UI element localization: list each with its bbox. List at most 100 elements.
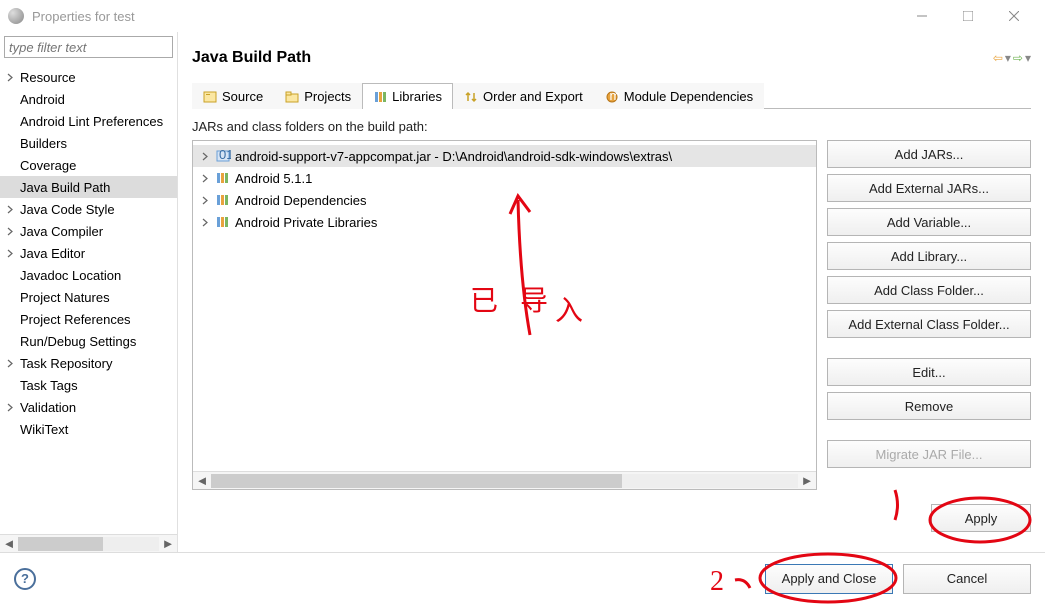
sidebar-item-javadoc-location[interactable]: Javadoc Location — [0, 264, 177, 286]
tab-libraries[interactable]: Libraries — [362, 83, 453, 109]
sidebar-item-java-code-style[interactable]: Java Code Style — [0, 198, 177, 220]
sidebar-item-coverage[interactable]: Coverage — [0, 154, 177, 176]
library-row[interactable]: Android Private Libraries — [193, 211, 816, 233]
sidebar-item-run-debug-settings[interactable]: Run/Debug Settings — [0, 330, 177, 352]
scroll-left-icon[interactable]: ◄ — [193, 473, 211, 488]
nav-forward-icon[interactable]: ⇨ — [1013, 51, 1023, 65]
sidebar-item-label: WikiText — [20, 422, 68, 437]
sidebar-item-label: Run/Debug Settings — [20, 334, 136, 349]
apply-and-close-button[interactable]: Apply and Close — [765, 564, 893, 594]
apply-button[interactable]: Apply — [931, 504, 1031, 532]
chevron-right-icon[interactable] — [6, 73, 20, 82]
chevron-right-icon[interactable] — [201, 218, 215, 227]
libraries-icon — [373, 90, 387, 104]
sidebar-item-java-build-path[interactable]: Java Build Path — [0, 176, 177, 198]
scroll-left-icon[interactable]: ◄ — [0, 536, 18, 551]
sidebar-item-label: Java Compiler — [20, 224, 103, 239]
library-row[interactable]: Android 5.1.1 — [193, 167, 816, 189]
tab-label: Source — [222, 89, 263, 104]
chevron-right-icon[interactable] — [201, 174, 215, 183]
help-icon[interactable]: ? — [14, 568, 36, 590]
sidebar: Resource Android Android Lint Preferences B… — [0, 32, 178, 552]
category-tree: Resource Android Android Lint Preferences B… — [0, 62, 177, 534]
sidebar-item-label: Java Build Path — [20, 180, 110, 195]
libraries-scrollbar[interactable]: ◄ ► — [193, 471, 816, 489]
scroll-right-icon[interactable]: ► — [159, 536, 177, 551]
sidebar-item-label: Android Lint Preferences — [20, 114, 163, 129]
chevron-right-icon[interactable] — [6, 205, 20, 214]
module-icon: m — [605, 90, 619, 104]
library-row[interactable]: 010android-support-v7-appcompat.jar - D:… — [193, 145, 816, 167]
sidebar-item-label: Validation — [20, 400, 76, 415]
sidebar-item-label: Android — [20, 92, 65, 107]
sidebar-scrollbar[interactable]: ◄ ► — [0, 534, 177, 552]
tab-label: Libraries — [392, 89, 442, 104]
sidebar-item-label: Javadoc Location — [20, 268, 121, 283]
eclipse-icon — [8, 8, 24, 24]
sidebar-item-label: Builders — [20, 136, 67, 151]
window-title: Properties for test — [32, 9, 899, 24]
svg-text:m: m — [609, 90, 619, 103]
chevron-right-icon[interactable] — [6, 227, 20, 236]
svg-text:010: 010 — [219, 149, 231, 162]
button-column: Add JARs... Add External JARs... Add Var… — [827, 140, 1031, 490]
add-variable-button[interactable]: Add Variable... — [827, 208, 1031, 236]
tab-order-and-export[interactable]: Order and Export — [453, 83, 594, 109]
sidebar-item-project-natures[interactable]: Project Natures — [0, 286, 177, 308]
migrate-jar-button: Migrate JAR File... — [827, 440, 1031, 468]
sidebar-item-android[interactable]: Android — [0, 88, 177, 110]
add-external-class-folder-button[interactable]: Add External Class Folder... — [827, 310, 1031, 338]
chevron-right-icon[interactable] — [201, 152, 215, 161]
tab-source[interactable]: Source — [192, 83, 274, 109]
library-label: Android Dependencies — [235, 193, 367, 208]
scroll-right-icon[interactable]: ► — [798, 473, 816, 488]
sidebar-item-label: Coverage — [20, 158, 76, 173]
add-external-jars-button[interactable]: Add External JARs... — [827, 174, 1031, 202]
library-icon — [215, 171, 231, 185]
edit-button[interactable]: Edit... — [827, 358, 1031, 386]
sidebar-item-wikitext[interactable]: WikiText — [0, 418, 177, 440]
cancel-button[interactable]: Cancel — [903, 564, 1031, 594]
sidebar-item-java-compiler[interactable]: Java Compiler — [0, 220, 177, 242]
sidebar-item-java-editor[interactable]: Java Editor — [0, 242, 177, 264]
add-class-folder-button[interactable]: Add Class Folder... — [827, 276, 1031, 304]
chevron-right-icon[interactable] — [6, 403, 20, 412]
add-jars-button[interactable]: Add JARs... — [827, 140, 1031, 168]
remove-button[interactable]: Remove — [827, 392, 1031, 420]
libraries-tree[interactable]: 010android-support-v7-appcompat.jar - D:… — [192, 140, 817, 490]
add-library-button[interactable]: Add Library... — [827, 242, 1031, 270]
sidebar-item-android-lint-preferences[interactable]: Android Lint Preferences — [0, 110, 177, 132]
nav-back-icon[interactable]: ⇦ — [993, 51, 1003, 65]
page-title: Java Build Path — [192, 49, 993, 67]
title-bar: Properties for test — [0, 0, 1045, 32]
tab-projects[interactable]: Projects — [274, 83, 362, 109]
nav-arrows: ⇦ ▾ ⇨ ▾ — [993, 51, 1031, 65]
sidebar-item-project-references[interactable]: Project References — [0, 308, 177, 330]
source-icon — [203, 90, 217, 104]
sidebar-item-label: Project References — [20, 312, 131, 327]
tab-label: Order and Export — [483, 89, 583, 104]
tab-label: Projects — [304, 89, 351, 104]
sidebar-item-validation[interactable]: Validation — [0, 396, 177, 418]
tab-module-dependencies[interactable]: m Module Dependencies — [594, 83, 764, 109]
minimize-button[interactable] — [899, 0, 945, 32]
sidebar-item-label: Task Repository — [20, 356, 112, 371]
footer: ? Apply and Close Cancel — [0, 552, 1045, 604]
chevron-right-icon[interactable] — [6, 359, 20, 368]
close-button[interactable] — [991, 0, 1037, 32]
sidebar-item-label: Task Tags — [20, 378, 78, 393]
nav-back-menu-icon[interactable]: ▾ — [1005, 51, 1011, 65]
library-icon — [215, 215, 231, 229]
chevron-right-icon[interactable] — [6, 249, 20, 258]
nav-forward-menu-icon[interactable]: ▾ — [1025, 51, 1031, 65]
sidebar-item-resource[interactable]: Resource — [0, 66, 177, 88]
chevron-right-icon[interactable] — [201, 196, 215, 205]
sidebar-item-task-repository[interactable]: Task Repository — [0, 352, 177, 374]
maximize-button[interactable] — [945, 0, 991, 32]
sidebar-item-task-tags[interactable]: Task Tags — [0, 374, 177, 396]
tab-label: Module Dependencies — [624, 89, 753, 104]
order-icon — [464, 90, 478, 104]
sidebar-item-builders[interactable]: Builders — [0, 132, 177, 154]
library-row[interactable]: Android Dependencies — [193, 189, 816, 211]
filter-input[interactable] — [4, 36, 173, 58]
